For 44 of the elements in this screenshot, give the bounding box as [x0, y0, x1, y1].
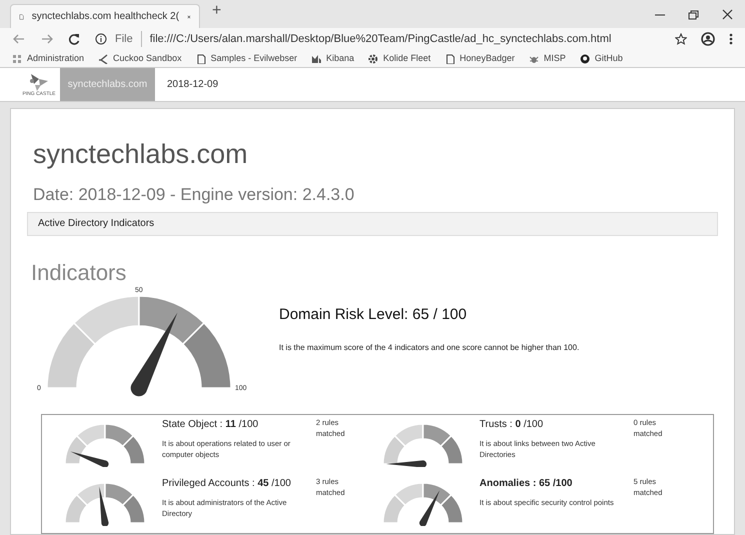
gauge-needle: [70, 451, 109, 466]
back-icon[interactable]: [12, 33, 26, 45]
profile-icon[interactable]: [701, 32, 715, 46]
bookmark-item[interactable]: Kolide Fleet: [368, 52, 431, 66]
indicator-title: Trusts : 0 /100: [480, 418, 544, 432]
reload-icon[interactable]: [68, 32, 81, 46]
indicator-title: Privileged Accounts : 45 /100: [162, 476, 292, 490]
page-icon: [196, 54, 206, 64]
gauge-needle: [99, 486, 109, 526]
section-tab[interactable]: Active Directory Indicators: [38, 216, 154, 231]
cat-icon: [580, 54, 590, 64]
risk-level-description: It is the maximum score of the 4 indicators and one score cannot be higher than 100.: [279, 342, 580, 354]
gauge-needle: [386, 460, 426, 466]
bookmark-item[interactable]: Samples - Evilwebser: [196, 52, 298, 66]
close-icon[interactable]: [722, 9, 733, 20]
indicator-title: Anomalies : 65 /100: [480, 476, 574, 490]
apps-icon: [12, 54, 22, 64]
tab-title: synctechlabs.com healthcheck 2(: [32, 10, 180, 24]
chart-icon: [311, 54, 322, 64]
bug-icon: [528, 54, 539, 64]
restore-icon[interactable]: [688, 10, 700, 20]
indicators-heading: Indicators: [31, 262, 128, 284]
report-title: synctechlabs.com: [33, 141, 249, 168]
gear-icon: [368, 54, 378, 64]
bookmark-item[interactable]: Kibana: [311, 52, 354, 66]
risk-level-title: Domain Risk Level: 65 / 100: [279, 304, 468, 324]
address-scheme: File: [115, 32, 133, 47]
address-url: file:///C:/Users/alan.marshall/Desktop/Blue%20Team/PingCastle/ad_hc_synctechlabs.com.html: [140, 30, 612, 48]
menu-icon[interactable]: [729, 33, 733, 45]
gauge-needle: [418, 490, 440, 526]
bookmark-item[interactable]: MISP: [528, 52, 566, 66]
bookmark-item[interactable]: GitHub: [580, 52, 623, 66]
star-icon[interactable]: [675, 33, 687, 45]
indicator-title: State Object : 11 /100: [162, 418, 260, 432]
bookmark-item[interactable]: Cuckoo Sandbox: [98, 52, 182, 66]
bookmark-item[interactable]: HoneyBadger: [444, 52, 515, 66]
new-tab-button[interactable]: +: [212, 0, 222, 23]
forward-icon[interactable]: [40, 33, 54, 45]
page-icon: [444, 54, 455, 64]
info-icon: [95, 33, 107, 45]
report-subtitle: Date: 2018-12-09 - Engine version: 2.4.3.0: [33, 184, 356, 206]
bookmark-item[interactable]: Administration: [12, 52, 84, 66]
browser-tab[interactable]: synctechlabs.com healthcheck 2(: [10, 4, 200, 28]
hook-icon: [98, 54, 108, 64]
